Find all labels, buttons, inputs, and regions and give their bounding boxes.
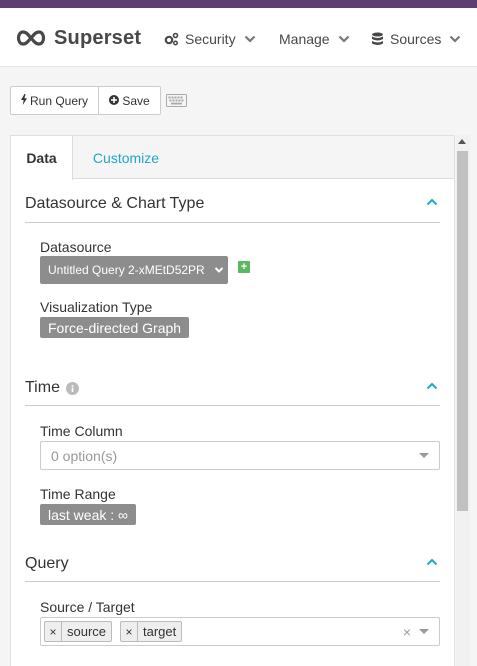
chip-label: target <box>143 624 177 639</box>
time-range-value[interactable]: last weak : ∞ <box>40 504 137 525</box>
scrollbar-thumb[interactable] <box>457 151 468 511</box>
section-divider <box>25 581 440 582</box>
section-divider <box>25 222 440 223</box>
bolt-icon <box>20 93 27 108</box>
chevron-down-icon <box>214 267 224 273</box>
remove-chip-icon[interactable]: × <box>45 622 62 641</box>
section-query-title[interactable]: Query <box>25 555 69 573</box>
chip-target: × target <box>120 621 183 642</box>
nav-sources[interactable]: Sources <box>371 30 461 48</box>
time-column-label: Time Column <box>40 423 123 439</box>
save-button[interactable]: Save <box>98 86 161 115</box>
add-datasource-icon[interactable]: + <box>238 261 250 273</box>
tab-data[interactable]: Data <box>11 136 73 180</box>
section-divider <box>25 405 440 406</box>
scroll-up-arrow-icon[interactable] <box>458 139 466 144</box>
time-column-placeholder: 0 option(s) <box>51 448 118 464</box>
nav-security-label: Security <box>185 31 236 47</box>
time-column-select[interactable]: 0 option(s) <box>40 441 440 470</box>
tab-customize[interactable]: Customize <box>81 136 171 179</box>
database-icon <box>372 32 383 45</box>
section-time-label: Time <box>25 379 60 396</box>
brand-name: Superset <box>54 26 142 49</box>
control-panel: Data Customize Datasource & Chart Type D… <box>10 135 455 666</box>
nav-sources-label: Sources <box>390 31 442 47</box>
viz-type-label: Visualization Type <box>40 299 153 315</box>
dropdown-arrow-icon <box>419 453 429 458</box>
chevron-up-icon[interactable] <box>426 558 438 566</box>
chevron-up-icon[interactable] <box>426 198 438 206</box>
superset-logo-icon <box>16 30 46 46</box>
remove-chip-icon[interactable]: × <box>121 622 138 641</box>
run-query-button[interactable]: Run Query <box>10 86 99 115</box>
nav-security[interactable]: Security <box>164 30 256 48</box>
section-time-title[interactable]: Time <box>25 379 79 397</box>
datasource-label: Datasource <box>40 239 112 255</box>
source-target-label: Source / Target <box>40 599 135 615</box>
chevron-down-icon <box>244 35 255 43</box>
gears-icon <box>164 32 179 46</box>
nav-manage[interactable]: Manage <box>279 30 350 48</box>
chevron-up-icon[interactable] <box>426 382 438 390</box>
chevron-down-icon <box>450 35 461 43</box>
datasource-value: Untitled Query 2-xMEtD52PR <box>48 263 205 277</box>
viz-type-value[interactable]: Force-directed Graph <box>40 317 190 338</box>
save-label: Save <box>122 93 150 108</box>
time-range-label: Time Range <box>40 486 116 502</box>
nav-manage-label: Manage <box>279 31 330 47</box>
top-strip <box>0 0 477 8</box>
info-icon[interactable] <box>65 381 79 395</box>
source-target-select[interactable]: × source × target × <box>40 617 440 646</box>
plus-circle-icon <box>109 94 120 108</box>
dropdown-arrow-icon[interactable] <box>419 629 429 634</box>
tab-bar: Data Customize <box>11 136 454 180</box>
section-datasource-title[interactable]: Datasource & Chart Type <box>25 195 204 213</box>
chevron-down-icon <box>338 35 349 43</box>
clear-selection-icon[interactable]: × <box>403 624 411 640</box>
datasource-dropdown[interactable]: Untitled Query 2-xMEtD52PR <box>40 256 228 284</box>
run-query-label: Run Query <box>29 93 89 108</box>
brand[interactable]: Superset <box>14 27 141 49</box>
chip-label: source <box>67 624 107 639</box>
keyboard-icon[interactable] <box>166 94 187 107</box>
navbar: Superset Security Manage Sources <box>0 8 477 67</box>
chip-source: × source <box>44 621 113 642</box>
